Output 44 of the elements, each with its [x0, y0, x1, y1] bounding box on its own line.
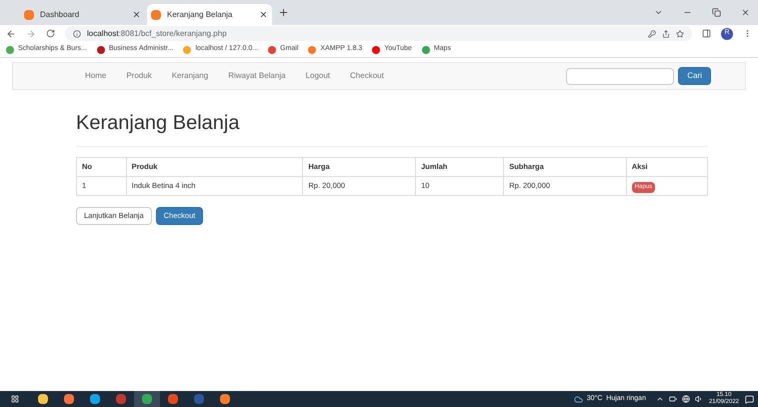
app-icon [142, 394, 152, 404]
close-icon[interactable] [741, 8, 750, 17]
page-heading: Keranjang Belanja [76, 108, 708, 147]
back-icon[interactable] [6, 28, 16, 38]
restore-icon[interactable] [712, 8, 721, 17]
globe-icon[interactable] [682, 395, 690, 403]
nav-link[interactable]: Riwayat Belanja [228, 70, 286, 82]
app-icon [194, 394, 204, 404]
side-panel-icon[interactable] [702, 29, 711, 38]
app-icon [168, 394, 178, 404]
address-bar[interactable]: localhost:8081/bcf_store/keranjang.php [65, 26, 692, 41]
nav-link[interactable]: Produk [126, 70, 152, 82]
browser-tab[interactable]: Keranjang Belanja [147, 4, 272, 25]
app-icon [64, 394, 74, 404]
close-icon[interactable] [259, 10, 268, 19]
app-icon [38, 394, 48, 404]
site-icon [151, 10, 161, 20]
app-icon [90, 394, 100, 404]
nav-link[interactable]: Home [85, 70, 106, 82]
star-icon[interactable] [676, 30, 684, 38]
app-icon [116, 394, 126, 404]
app-icon [220, 394, 230, 404]
share-icon[interactable] [662, 30, 670, 38]
cloud-icon [574, 394, 583, 404]
nav-link[interactable]: Keranjang [172, 70, 208, 82]
nav-link[interactable]: Logout [306, 70, 330, 82]
search-field[interactable] [566, 68, 674, 84]
chevron-icon[interactable] [656, 395, 664, 403]
speaker-icon[interactable] [694, 395, 703, 403]
search-button[interactable]: Cari [678, 67, 711, 85]
close-icon[interactable] [132, 10, 141, 19]
nav-link[interactable]: Checkout [350, 70, 384, 82]
tab-title: Keranjang Belanja [167, 8, 234, 20]
key-icon[interactable] [648, 30, 656, 38]
battery-icon[interactable] [668, 395, 677, 403]
reload-icon[interactable] [46, 29, 55, 38]
chevron-icon[interactable] [654, 8, 663, 17]
new-tab-icon[interactable] [278, 7, 289, 18]
tab-title: Dashboard [40, 8, 80, 20]
info-icon [73, 30, 81, 38]
url-text: localhost:8081/bcf_store/keranjang.php [87, 28, 227, 40]
windows-icon[interactable] [11, 395, 19, 403]
notification-icon[interactable] [745, 394, 754, 404]
site-icon [24, 10, 34, 20]
